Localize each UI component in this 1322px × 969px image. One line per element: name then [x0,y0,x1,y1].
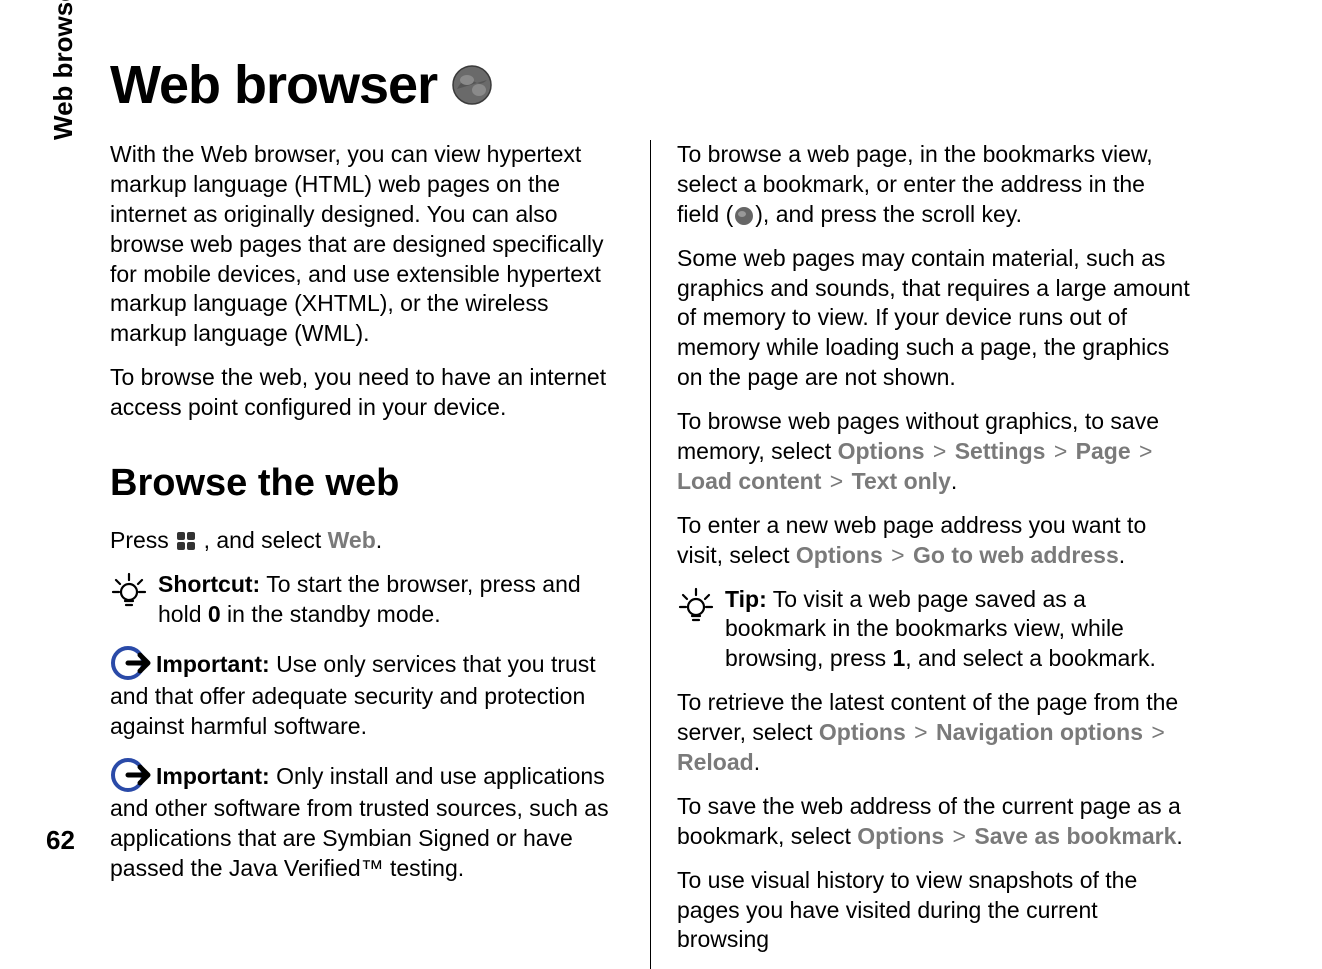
separator: > [944,823,974,849]
text: . [1176,823,1182,849]
menu-options: Options [796,542,883,568]
two-column-layout: With the Web browser, you can view hyper… [110,140,1275,969]
menu-load-content: Load content [677,468,821,494]
important-callout-2: Important: Only install and use applicat… [110,756,624,884]
separator: > [883,542,913,568]
separator: > [1131,438,1155,464]
separator: > [906,719,936,745]
shortcut-callout: Shortcut: To start the browser, press an… [110,570,624,630]
reload-paragraph: To retrieve the latest content of the pa… [677,688,1190,778]
menu-web: Web [328,527,376,553]
visual-history-paragraph: To use visual history to view snapshots … [677,866,1190,956]
important-arrow-icon [110,756,154,794]
menu-settings: Settings [955,438,1046,464]
important-label: Important: [156,651,276,677]
title-row: Web browser [110,54,1275,116]
text: . [1119,542,1125,568]
globe-icon [451,64,493,106]
menu-reload: Reload [677,749,754,775]
page-title: Web browser [110,54,437,116]
menu-options: Options [857,823,944,849]
menu-options: Options [819,719,906,745]
page-number: 62 [46,825,75,856]
goto-paragraph: To enter a new web page address you want… [677,511,1190,571]
menu-options: Options [838,438,925,464]
text: . [951,468,957,494]
left-column: With the Web browser, you can view hyper… [110,140,650,969]
menu-save-bookmark: Save as bookmark [974,823,1176,849]
menu-goto-address: Go to web address [913,542,1119,568]
shortcut-text: Shortcut: To start the browser, press an… [158,570,624,630]
text: . [754,749,760,775]
tip-callout: Tip: To visit a web page saved as a book… [677,585,1190,675]
section-side-label: Web browser [48,0,79,140]
menu-nav-options: Navigation options [936,719,1143,745]
lightbulb-icon [677,585,715,627]
text: in the standby mode. [221,601,441,627]
separator: > [821,468,851,494]
text: , and select a bookmark. [905,645,1156,671]
separator: > [1045,438,1075,464]
menu-key-icon [175,530,197,552]
important-label: Important: [156,763,276,789]
text: ), and press the scroll key. [755,201,1022,227]
text: , and select [197,527,327,553]
text: . [376,527,382,553]
key-1: 1 [892,645,905,671]
separator: > [1143,719,1167,745]
right-column: To browse a web page, in the bookmarks v… [650,140,1190,969]
separator: > [925,438,955,464]
text: Press [110,527,175,553]
tip-text: Tip: To visit a web page saved as a book… [725,585,1190,675]
menu-page: Page [1076,438,1131,464]
page-content: Web browser With the Web browser, you ca… [110,54,1275,969]
press-instruction: Press , and select Web. [110,526,624,556]
no-graphics-paragraph: To browse web pages without graphics, to… [677,407,1190,497]
lightbulb-icon [110,570,148,612]
tip-label: Tip: [725,586,767,612]
intro-paragraph-1: With the Web browser, you can view hyper… [110,140,624,349]
address-field-icon [733,206,755,226]
browse-page-paragraph: To browse a web page, in the bookmarks v… [677,140,1190,230]
shortcut-label: Shortcut: [158,571,260,597]
memory-paragraph: Some web pages may contain material, suc… [677,244,1190,393]
section-heading-browse: Browse the web [110,459,624,508]
intro-paragraph-2: To browse the web, you need to have an i… [110,363,624,423]
save-bookmark-paragraph: To save the web address of the current p… [677,792,1190,852]
key-0: 0 [208,601,221,627]
important-arrow-icon [110,644,154,682]
important-callout-1: Important: Use only services that you tr… [110,644,624,742]
menu-text-only: Text only [852,468,951,494]
